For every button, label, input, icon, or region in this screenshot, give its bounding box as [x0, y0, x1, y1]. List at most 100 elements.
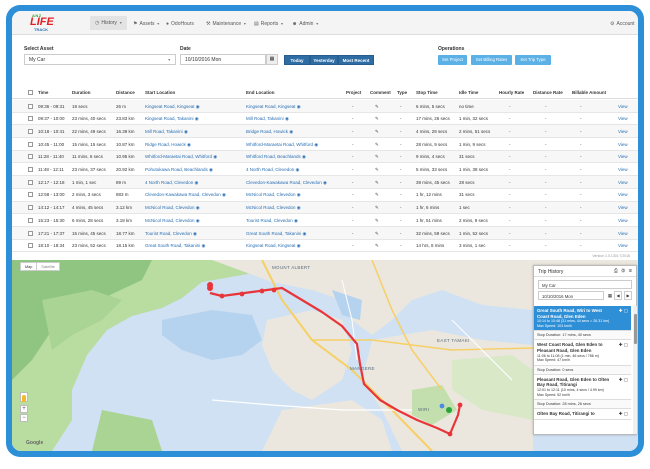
- settings-icon[interactable]: ⚙: [621, 268, 626, 274]
- most-recent-button[interactable]: Most Recent: [338, 55, 374, 65]
- lifetrack-logo[interactable]: ANZ LIFE TRACK: [24, 13, 68, 33]
- col-duration[interactable]: Duration: [72, 90, 91, 95]
- comment-edit-icon[interactable]: ✎: [375, 142, 379, 148]
- globe-icon[interactable]: ◉: [296, 192, 301, 197]
- globe-icon[interactable]: ◉: [193, 116, 199, 121]
- map-tab-map[interactable]: Map: [21, 263, 36, 270]
- table-row[interactable]: 12:17 - 12:18 1 min, 1 sec 89 m 4 North Roa…: [12, 176, 638, 189]
- globe-icon[interactable]: ◉: [296, 104, 301, 109]
- table-row[interactable]: 11:28 - 11:40 11 mins, 6 secs 10.95 km Whit…: [12, 150, 638, 164]
- globe-icon[interactable]: ◉: [212, 154, 217, 159]
- trip-actions-icon[interactable]: ✚ ▢: [619, 411, 628, 417]
- calendar-icon[interactable]: ▦: [606, 291, 614, 300]
- cell-end-location[interactable]: Whitford-Maraetai Road, Whitford ◉: [246, 142, 318, 148]
- col-type[interactable]: Type: [397, 90, 407, 95]
- previous-day-icon[interactable]: ◀: [614, 291, 622, 300]
- zoom-in-button[interactable]: +: [20, 405, 28, 413]
- asset-select[interactable]: My Car ▼: [24, 54, 176, 65]
- globe-icon[interactable]: ◉: [294, 167, 300, 172]
- row-checkbox[interactable]: [28, 230, 33, 236]
- cell-start-location[interactable]: Ridge Road, Howick ◉: [145, 142, 191, 148]
- table-row[interactable]: 12:58 - 13:00 2 mins, 3 secs 883 m Clevedon…: [12, 189, 638, 202]
- col-distance-rate[interactable]: Distance Rate: [533, 90, 563, 95]
- comment-edit-icon[interactable]: ✎: [375, 243, 379, 249]
- next-day-icon[interactable]: ▶: [624, 291, 632, 300]
- map-tab-satellite[interactable]: Satellite: [36, 263, 59, 270]
- row-checkbox[interactable]: [28, 217, 33, 223]
- trip-list-item[interactable]: Pleasant Road, Glen Eden to Olten Bay Ro…: [534, 375, 631, 401]
- globe-icon[interactable]: ◉: [208, 167, 213, 172]
- calendar-icon[interactable]: ▦: [266, 54, 278, 65]
- row-checkbox[interactable]: [28, 192, 33, 198]
- view-link[interactable]: View: [618, 243, 628, 248]
- cell-end-location[interactable]: 4 North Road, Clevedon ◉: [246, 167, 299, 173]
- trip-list-item[interactable]: Olten Bay Road, Titirangi to ✚ ▢: [534, 409, 631, 420]
- table-row[interactable]: 10:18 - 10:41 22 mins, 49 secs 16.39 km Mil…: [12, 125, 638, 139]
- table-row[interactable]: 18:10 - 18:34 23 mins, 52 secs 18.15 km Gre…: [12, 240, 638, 253]
- globe-icon[interactable]: ◉: [296, 205, 301, 210]
- trip-actions-icon[interactable]: ✚ ▢: [619, 308, 628, 314]
- cell-start-location[interactable]: Kingseat Road, Takanini ◉: [145, 116, 199, 122]
- view-link[interactable]: View: [618, 167, 628, 172]
- print-icon[interactable]: ⎙: [614, 268, 619, 274]
- col-start-location[interactable]: Start Location: [145, 90, 175, 95]
- cell-end-location[interactable]: Mill Road, Takanini ◉: [246, 116, 289, 122]
- globe-icon[interactable]: ◉: [193, 180, 199, 185]
- date-input[interactable]: 10/10/2016 Mon: [180, 54, 266, 65]
- trip-history-asset-field[interactable]: My Car: [538, 280, 632, 289]
- globe-icon[interactable]: ◉: [183, 129, 188, 134]
- comment-edit-icon[interactable]: ✎: [375, 192, 379, 198]
- table-row[interactable]: 11:48 - 12:11 23 mins, 37 secs 20.92 km Poh…: [12, 164, 638, 177]
- cell-end-location[interactable]: McNicol Road, Clevedon ◉: [246, 192, 301, 198]
- trip-actions-icon[interactable]: ✚ ▢: [619, 342, 628, 348]
- view-link[interactable]: View: [618, 104, 628, 109]
- cell-start-location[interactable]: Mill Road, Takanini ◉: [145, 129, 188, 135]
- table-row[interactable]: 14:12 - 14:17 4 mins, 45 secs 3.12 km McNic…: [12, 201, 638, 215]
- col-project[interactable]: Project: [346, 90, 361, 95]
- view-link[interactable]: View: [618, 154, 628, 159]
- col-stop-time[interactable]: Stop Time: [416, 90, 438, 95]
- cell-start-location[interactable]: Great South Road, Takanini ◉: [145, 243, 205, 249]
- col-comment[interactable]: Comment: [370, 90, 391, 95]
- col-idle-time[interactable]: Idle Time: [459, 90, 478, 95]
- row-checkbox[interactable]: [28, 179, 33, 185]
- globe-icon[interactable]: ◉: [195, 104, 200, 109]
- comment-edit-icon[interactable]: ✎: [375, 104, 379, 110]
- cell-end-location[interactable]: Bridge Road, Howick ◉: [246, 129, 293, 135]
- cell-end-location[interactable]: McNicol Road, Clevedon ◉: [246, 205, 301, 211]
- street-view-pegman-icon[interactable]: [20, 392, 28, 402]
- table-row[interactable]: 09:37 - 10:00 23 mins, 40 secs 23.83 km Kin…: [12, 113, 638, 126]
- row-checkbox[interactable]: [28, 103, 33, 109]
- cell-end-location[interactable]: Clevedon-Kawakawa Road, Clevedon ◉: [246, 180, 327, 186]
- view-link[interactable]: View: [618, 231, 628, 236]
- view-link[interactable]: View: [618, 129, 628, 134]
- globe-icon[interactable]: ◉: [301, 154, 306, 159]
- nav-odohours[interactable]: ● OdoHours: [166, 18, 194, 30]
- set-billing-rates-button[interactable]: Set Billing Rates: [471, 55, 512, 65]
- trip-list-item[interactable]: Great South Road, Wiri to West Coast Roa…: [534, 306, 631, 332]
- close-icon[interactable]: ⊗: [629, 268, 633, 274]
- nav-reports[interactable]: ▤ Reports ▼: [254, 18, 284, 30]
- comment-edit-icon[interactable]: ✎: [375, 218, 379, 224]
- globe-icon[interactable]: ◉: [301, 231, 306, 236]
- col-time[interactable]: Time: [38, 90, 48, 95]
- nav-history[interactable]: ◷ History ▼: [90, 16, 128, 30]
- nav-admin[interactable]: ☻ Admin ▼: [292, 18, 319, 30]
- cell-start-location[interactable]: Whitford-Maraetai Road, Whitford ◉: [145, 154, 217, 160]
- cell-end-location[interactable]: Kingseat Road, Kingseat ◉: [246, 243, 301, 249]
- col-distance[interactable]: Distance: [116, 90, 135, 95]
- cell-start-location[interactable]: Kingseat Road, Kingseat ◉: [145, 104, 200, 110]
- globe-icon[interactable]: ◉: [200, 243, 205, 248]
- view-link[interactable]: View: [618, 116, 628, 121]
- row-checkbox[interactable]: [28, 167, 33, 172]
- cell-end-location[interactable]: Great South Road, Takanini ◉: [246, 231, 306, 237]
- row-checkbox[interactable]: [28, 128, 33, 134]
- view-link[interactable]: View: [618, 180, 628, 185]
- view-link[interactable]: View: [618, 192, 628, 197]
- comment-edit-icon[interactable]: ✎: [375, 167, 379, 173]
- globe-icon[interactable]: ◉: [221, 192, 226, 197]
- cell-start-location[interactable]: McNicol Road, Clevedon ◉: [145, 218, 200, 224]
- col-end-location[interactable]: End Location: [246, 90, 275, 95]
- today-button[interactable]: Today: [284, 55, 310, 65]
- trip-list-item[interactable]: West Coast Road, Glen Eden to Pleasant R…: [534, 340, 631, 366]
